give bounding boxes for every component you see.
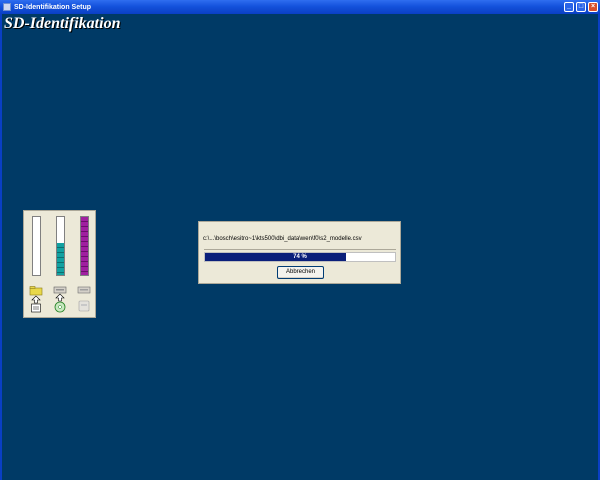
progress-dialog: c:\...\bosch\esitro~1\kts500\dbi_data\we…: [198, 221, 401, 284]
window-titlebar[interactable]: SD-Identifikation Setup _ □ ×: [0, 0, 600, 14]
cpu-meter-fill: [57, 243, 64, 275]
resource-meter-panel: [23, 210, 96, 318]
minimize-button[interactable]: _: [564, 2, 574, 12]
progress-bar: 74 %: [204, 252, 396, 262]
close-button[interactable]: ×: [588, 2, 598, 12]
window-frame-left: [0, 14, 2, 480]
drive-icon: [77, 286, 91, 312]
current-file-path: c:\...\bosch\esitro~1\kts500\dbi_data\we…: [203, 236, 362, 242]
cancel-button[interactable]: Abbrechen: [277, 266, 324, 279]
setup-banner-title: SD-Identifikation: [4, 15, 121, 32]
cd-install-icon: [53, 286, 67, 313]
window-title: SD-Identifikation Setup: [14, 3, 91, 11]
divider: [204, 249, 396, 250]
disk-meter: [32, 216, 41, 276]
memory-meter: [80, 216, 89, 276]
app-icon: [3, 3, 11, 11]
folder-upload-icon: [29, 286, 43, 313]
memory-meter-fill: [81, 217, 88, 275]
window-controls: _ □ ×: [564, 2, 598, 12]
cpu-meter: [56, 216, 65, 276]
maximize-button[interactable]: □: [576, 2, 586, 12]
progress-percent-label: 74 %: [293, 254, 307, 260]
